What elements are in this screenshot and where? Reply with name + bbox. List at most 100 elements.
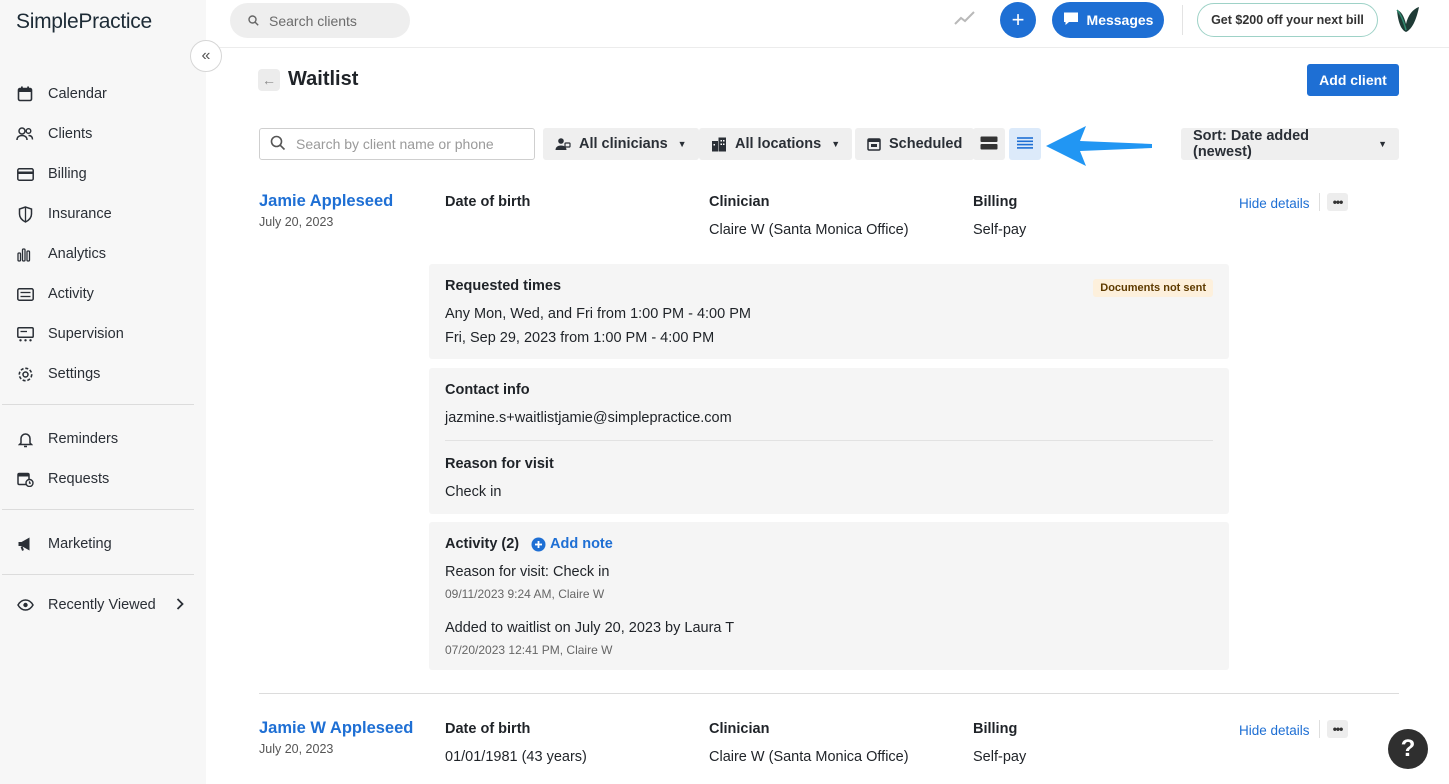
- main-content: ← Waitlist Add client Search by client n…: [206, 48, 1449, 784]
- client-search-input[interactable]: Search clients: [230, 3, 410, 38]
- activity-title: Activity (2): [445, 536, 520, 552]
- sidebar-item-label: Clients: [48, 126, 93, 142]
- bell-icon: [16, 430, 34, 448]
- messages-label: Messages: [1086, 12, 1154, 28]
- dob-value: 01/01/1981 (43 years): [445, 749, 587, 765]
- list-view-icon: [1017, 136, 1033, 152]
- hide-details-link[interactable]: Hide details: [1239, 196, 1310, 211]
- promo-button[interactable]: Get $200 off your next bill: [1197, 3, 1378, 37]
- sidebar: SimplePractice Calendar Clients Billing …: [0, 0, 206, 784]
- sidebar-item-reminders[interactable]: Reminders: [0, 421, 206, 457]
- sidebar-item-calendar[interactable]: Calendar: [0, 76, 206, 112]
- search-icon: [270, 135, 286, 154]
- add-client-button[interactable]: Add client: [1307, 64, 1399, 96]
- hide-details-link[interactable]: Hide details: [1239, 723, 1310, 738]
- scheduled-filter-button[interactable]: Scheduled: [855, 128, 975, 160]
- sidebar-item-label: Marketing: [48, 536, 112, 552]
- app-logo[interactable]: SimplePractice: [16, 10, 152, 34]
- add-note-button[interactable]: Add note: [531, 536, 613, 552]
- list-view-toggle[interactable]: [1009, 128, 1041, 160]
- eye-icon: [16, 596, 34, 614]
- requested-time-line: Any Mon, Wed, and Fri from 1:00 PM - 4:0…: [445, 306, 751, 322]
- card-view-icon: [980, 136, 998, 153]
- reason-for-visit-value: Check in: [445, 484, 502, 500]
- caret-down-icon: ▼: [831, 139, 841, 149]
- trend-icon[interactable]: [954, 10, 976, 29]
- calendar-request-icon: [16, 470, 34, 488]
- sidebar-item-label: Settings: [48, 366, 101, 382]
- requested-time-line: Fri, Sep 29, 2023 from 1:00 PM - 4:00 PM: [445, 330, 715, 346]
- scheduled-filter-label: Scheduled: [889, 136, 963, 152]
- page-title: Waitlist: [288, 68, 359, 90]
- clinicians-filter-dropdown[interactable]: All clinicians ▼: [543, 128, 699, 160]
- activity-panel: Activity (2) Add note Reason for visit: …: [429, 522, 1229, 670]
- sidebar-item-supervision[interactable]: Supervision: [0, 316, 206, 352]
- sidebar-item-label: Reminders: [48, 431, 119, 447]
- sidebar-item-label: Recently Viewed: [48, 597, 156, 613]
- sidebar-item-analytics[interactable]: Analytics: [0, 236, 206, 272]
- more-options-button[interactable]: •••: [1327, 720, 1348, 738]
- supervision-icon: [16, 325, 34, 343]
- bar-chart-icon: [16, 245, 34, 263]
- billing-value: Self-pay: [973, 749, 1027, 765]
- credit-card-icon: [16, 165, 34, 183]
- sidebar-divider: [2, 509, 194, 510]
- sidebar-item-recently-viewed[interactable]: Recently Viewed: [0, 587, 206, 623]
- sidebar-item-label: Billing: [48, 166, 87, 182]
- client-added-date: July 20, 2023: [259, 742, 334, 756]
- calendar-check-icon: [867, 137, 881, 151]
- requested-times-panel: Requested times Documents not sent Any M…: [429, 264, 1229, 359]
- caret-down-icon: ▼: [677, 139, 687, 149]
- sidebar-item-requests[interactable]: Requests: [0, 461, 206, 497]
- sidebar-item-activity[interactable]: Activity: [0, 276, 206, 312]
- sidebar-item-insurance[interactable]: Insurance: [0, 196, 206, 232]
- status-badge: Documents not sent: [1093, 279, 1213, 297]
- clinician-label: Clinician: [709, 194, 770, 210]
- chat-bubble-icon: [1063, 11, 1079, 29]
- client-added-date: July 20, 2023: [259, 215, 334, 229]
- sidebar-divider: [2, 574, 194, 575]
- activity-entry-meta: 07/20/2023 12:41 PM, Claire W: [445, 643, 613, 657]
- plus-icon: +: [1011, 7, 1025, 32]
- clinician-label: Clinician: [709, 721, 770, 737]
- sidebar-item-label: Calendar: [48, 86, 107, 102]
- chevron-right-icon: [176, 597, 184, 613]
- sidebar-item-label: Insurance: [48, 206, 112, 222]
- clinician-icon: [555, 137, 571, 151]
- messages-button[interactable]: Messages: [1052, 2, 1164, 38]
- sidebar-divider: [2, 404, 194, 405]
- client-name-link[interactable]: Jamie Appleseed: [259, 192, 393, 211]
- panel-divider: [445, 440, 1213, 441]
- sidebar-item-marketing[interactable]: Marketing: [0, 526, 206, 562]
- sidebar-item-billing[interactable]: Billing: [0, 156, 206, 192]
- details-separator: [1319, 193, 1320, 211]
- details-separator: [1319, 720, 1320, 738]
- row-divider: [259, 693, 1399, 694]
- contact-info-panel: Contact info jazmine.s+waitlistjamie@sim…: [429, 368, 1229, 514]
- sidebar-collapse-button[interactable]: «: [190, 40, 222, 72]
- top-bar: Search clients + Messages Get $200 off y…: [206, 0, 1449, 48]
- calendar-icon: [16, 85, 34, 103]
- topbar-separator: [1182, 5, 1183, 35]
- card-view-toggle[interactable]: [973, 128, 1005, 160]
- sidebar-item-clients[interactable]: Clients: [0, 116, 206, 152]
- more-options-button[interactable]: •••: [1327, 193, 1348, 211]
- sort-dropdown[interactable]: Sort: Date added (newest) ▼: [1181, 128, 1399, 160]
- sidebar-item-settings[interactable]: Settings: [0, 356, 206, 392]
- brand-leaf-icon[interactable]: [1392, 4, 1422, 37]
- list-icon: [16, 285, 34, 303]
- requested-times-title: Requested times: [445, 278, 562, 294]
- arrow-left-icon: ←: [262, 72, 276, 88]
- back-button[interactable]: ←: [258, 69, 280, 91]
- locations-filter-dropdown[interactable]: All locations ▼: [699, 128, 853, 160]
- dob-label: Date of birth: [445, 721, 531, 737]
- search-icon: [248, 13, 259, 29]
- add-note-label: Add note: [550, 536, 613, 552]
- waitlist-search-input[interactable]: Search by client name or phone: [259, 128, 535, 160]
- clinician-value: Claire W (Santa Monica Office): [709, 749, 909, 765]
- contact-info-title: Contact info: [445, 382, 530, 398]
- client-name-link[interactable]: Jamie W Appleseed: [259, 719, 413, 738]
- create-new-button[interactable]: +: [1000, 2, 1036, 38]
- plus-circle-icon: [531, 537, 546, 552]
- help-button[interactable]: ?: [1388, 729, 1428, 769]
